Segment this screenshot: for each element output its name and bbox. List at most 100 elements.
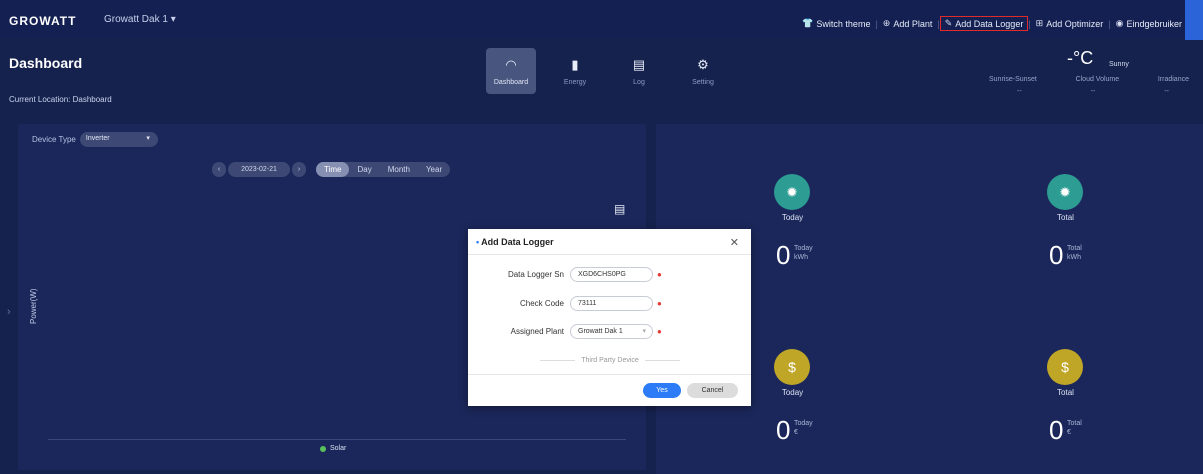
cancel-button[interactable]: Cancel	[687, 383, 738, 398]
optimizer-icon: ⊞	[1035, 18, 1044, 28]
divider-line	[540, 360, 576, 361]
gauge-icon: ◠	[505, 56, 517, 72]
stat-sub-label: Total	[1067, 245, 1082, 252]
range-time[interactable]: Time	[316, 162, 350, 177]
top-nav: 👕 Switch theme | ⊕ Add Plant | ✎ Add Dat…	[797, 16, 1187, 31]
stat-value: 0	[1049, 240, 1064, 270]
stat-value: 0	[776, 415, 791, 445]
add-data-logger-link[interactable]: ✎ Add Data Logger	[939, 16, 1029, 31]
log-icon: ▤	[632, 56, 646, 72]
plant-switcher[interactable]: Growatt Dak 1 ▾	[104, 14, 176, 25]
switch-theme-link[interactable]: 👕 Switch theme	[797, 18, 875, 29]
stat-sub-label: Total	[1067, 420, 1082, 427]
gear-icon: ⚙	[697, 56, 709, 72]
tab-dashboard-label: Dashboard	[493, 78, 529, 86]
weather-condition: Sunny	[1109, 61, 1129, 68]
device-type-filter: Device Type Inverter ▾	[32, 132, 158, 147]
y-axis-label: Power(W)	[29, 288, 38, 324]
stat-sub-label: Today	[794, 245, 813, 252]
weather-widget: -°C Sunny Sunrise-Sunset Cloud Volume Ir…	[989, 48, 1189, 98]
stat-sub: Total €	[1067, 419, 1082, 437]
stat-value: 0	[776, 240, 791, 270]
date-picker[interactable]: 2023-02-21	[228, 162, 290, 177]
chart-menu-icon[interactable]: ▤	[614, 202, 625, 216]
tab-energy-label: Energy	[563, 78, 587, 86]
temperature: -°C	[1067, 48, 1094, 68]
add-optimizer-link[interactable]: ⊞ Add Optimizer	[1031, 18, 1109, 29]
device-type-label: Device Type	[32, 135, 76, 144]
dialog-title-text: Add Data Logger	[481, 237, 554, 247]
bullet-icon: •	[476, 237, 480, 247]
stat-sub: Today kWh	[794, 244, 813, 262]
stat-revenue-total: $ Total 0 Total €	[929, 299, 1202, 474]
plant-name: Growatt Dak 1	[104, 14, 168, 25]
stat-unit: €	[794, 429, 798, 436]
divider-line	[644, 360, 681, 361]
tab-dashboard[interactable]: ◠ Dashboard	[486, 48, 536, 94]
chart-legend[interactable]: Solar	[320, 445, 346, 452]
page-title: Dashboard	[9, 55, 83, 71]
stat-unit: kWh	[794, 254, 808, 261]
sunrise-sunset-label: Sunrise-Sunset	[989, 76, 1037, 83]
stat-sub: Today €	[794, 419, 813, 437]
pencil-icon: ✎	[944, 18, 953, 28]
assigned-plant-row: Assigned Plant Growatt Dak 1 ▾ ●	[468, 324, 751, 339]
next-date-button[interactable]: ›	[292, 162, 306, 177]
cloud-volume-value: --	[1090, 88, 1096, 95]
user-name: Eindgebruiker	[1126, 18, 1182, 29]
range-selector: Time Day Month Year	[316, 162, 451, 177]
assigned-plant-select[interactable]: Growatt Dak 1 ▾	[570, 324, 653, 339]
x-axis-line	[48, 439, 626, 440]
chevron-down-icon: ▾	[170, 14, 176, 25]
stat-label: Total	[1057, 388, 1074, 397]
chevron-down-icon: ▾	[642, 328, 646, 335]
add-data-logger-label: Add Data Logger	[955, 18, 1024, 29]
required-marker: ●	[657, 270, 662, 279]
stat-sub-label: Today	[794, 420, 813, 427]
irradiance-label: Irradiance	[1157, 76, 1189, 83]
add-data-logger-dialog: • Add Data Logger ✕ Data Logger Sn XGD6CH…	[468, 229, 751, 406]
breadcrumb: Current Location: Dashboard	[9, 95, 112, 104]
sunrise-sunset-value: --	[1017, 88, 1022, 95]
device-type-select[interactable]: Inverter ▾	[79, 132, 158, 147]
stat-label: Total	[1057, 213, 1074, 222]
check-code-row: Check Code 73111 ●	[468, 296, 751, 311]
yes-button[interactable]: Yes	[643, 383, 681, 398]
range-year[interactable]: Year	[418, 162, 450, 177]
range-month[interactable]: Month	[380, 162, 418, 177]
plus-circle-icon: ⊕	[882, 18, 891, 28]
stat-unit: €	[1067, 429, 1071, 436]
add-optimizer-label: Add Optimizer	[1046, 18, 1104, 29]
shirt-icon: 👕	[802, 18, 814, 28]
add-plant-link[interactable]: ⊕ Add Plant	[878, 18, 938, 29]
tab-setting[interactable]: ⚙ Setting	[678, 48, 728, 94]
stat-energy-total: ✹ Total 0 Total kWh	[929, 124, 1202, 299]
tab-setting-label: Setting	[692, 78, 714, 86]
dialog-footer: Yes Cancel	[468, 374, 751, 406]
coin-icon: $	[1047, 349, 1083, 385]
assigned-plant-value: Growatt Dak 1	[578, 328, 623, 335]
device-type-value: Inverter	[85, 135, 110, 142]
switch-theme-label: Switch theme	[816, 18, 871, 29]
main-nav-tiles: ◠ Dashboard ▮ Energy ▤ Log ⚙ Setting	[486, 48, 728, 94]
growatt-logo: GROWATT	[9, 14, 77, 28]
check-code-input[interactable]: 73111	[570, 296, 653, 311]
chevron-left-icon[interactable]: ›	[7, 306, 11, 318]
user-menu[interactable]: ◉ Eindgebruiker	[1111, 18, 1187, 29]
logout-button[interactable]	[1185, 0, 1203, 40]
logger-sn-label: Data Logger Sn	[507, 270, 564, 279]
legend-label: Solar	[330, 445, 347, 452]
top-bar: GROWATT Growatt Dak 1 ▾ 👕 Switch theme |…	[0, 0, 1203, 40]
tab-energy[interactable]: ▮ Energy	[550, 48, 600, 94]
date-controls: ‹ 2023-02-21 › Time Day Month Year	[212, 162, 451, 177]
logger-sn-input[interactable]: XGD6CHS0PG	[570, 267, 653, 282]
range-day[interactable]: Day	[349, 162, 379, 177]
weather-values: -- -- --	[989, 88, 1189, 95]
bar-chart-icon: ▮	[571, 56, 579, 72]
tab-log[interactable]: ▤ Log	[614, 48, 664, 94]
weather-labels: Sunrise-Sunset Cloud Volume Irradiance	[989, 76, 1189, 83]
logger-sn-row: Data Logger Sn XGD6CHS0PG ●	[468, 267, 751, 282]
stat-sub: Total kWh	[1067, 244, 1082, 262]
prev-date-button[interactable]: ‹	[212, 162, 226, 177]
close-icon[interactable]: ✕	[730, 236, 739, 249]
